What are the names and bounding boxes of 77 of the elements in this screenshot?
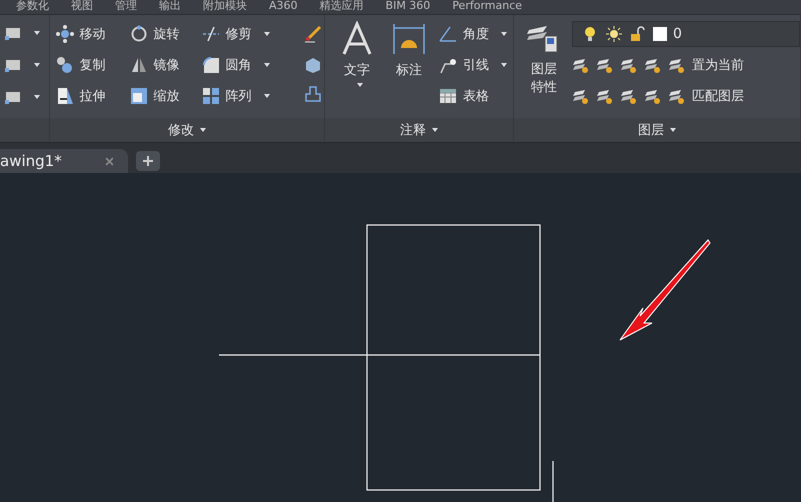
rotate-circle-icon	[130, 25, 148, 43]
tool-button[interactable]: 引线	[439, 52, 508, 78]
tool-button[interactable]: 表格	[439, 83, 508, 109]
caret-icon[interactable]	[357, 83, 364, 87]
layer-stack-icon	[620, 87, 638, 105]
layer-color-swatch	[653, 27, 668, 41]
brush-icon[interactable]	[304, 25, 322, 43]
close-icon[interactable]	[105, 156, 114, 166]
copy-circles-icon	[56, 56, 74, 74]
tool-button[interactable]: 匹配图层	[668, 83, 744, 109]
ribbon-tab[interactable]: 输出	[159, 0, 181, 14]
letter-a-icon	[340, 21, 374, 57]
caret-icon[interactable]	[200, 128, 206, 132]
dimension-icon	[392, 21, 426, 57]
ribbon-tab[interactable]: 附加模块	[203, 0, 247, 14]
stretch-shape-icon	[56, 87, 74, 105]
caret-icon[interactable]	[432, 128, 438, 132]
ribbon-tab[interactable]: 视图	[71, 0, 93, 14]
caret-icon[interactable]	[34, 31, 40, 35]
large-tool-button[interactable]: 文字	[335, 21, 380, 109]
layer-stack-icon	[572, 87, 590, 105]
tool-button[interactable]: 缩放	[130, 83, 202, 109]
layer-stack-icon	[596, 56, 614, 74]
caret-icon[interactable]	[264, 32, 270, 36]
panel-title[interactable]: 图层	[514, 118, 800, 142]
layer-stack-icon	[668, 87, 686, 105]
move-arrows-icon	[56, 25, 74, 43]
table-grid-icon	[439, 87, 458, 105]
ribbon-tab[interactable]: Performance	[452, 0, 522, 14]
panel-title[interactable]: 注释	[325, 118, 514, 142]
tool-button[interactable]: 置为当前	[668, 52, 744, 78]
tool-button[interactable]: 旋转	[130, 21, 202, 47]
layer-dropdown[interactable]: 0	[572, 21, 800, 47]
ribbon-tab[interactable]: BIM 360	[386, 0, 430, 14]
layer-stack-icon	[596, 87, 614, 105]
caret-icon[interactable]	[501, 32, 508, 36]
layer-stack-icon	[572, 56, 590, 74]
cube-icon[interactable]	[304, 55, 322, 73]
ribbon-tab[interactable]: 精选应用	[320, 0, 364, 14]
angle-icon	[439, 25, 458, 43]
tool-button[interactable]: 修剪	[202, 21, 298, 47]
tool-button[interactable]: 阵列	[202, 83, 298, 109]
sun-icon	[605, 25, 624, 43]
layer-name: 0	[673, 26, 682, 42]
array-grid-icon	[202, 87, 220, 105]
layer-stack-icon	[644, 87, 662, 105]
ribbon-tab[interactable]: 管理	[115, 0, 137, 14]
panel-title[interactable]: 修改	[50, 118, 324, 142]
caret-icon[interactable]	[34, 63, 40, 67]
tool-button[interactable]: 移动	[56, 21, 130, 47]
layer-stack-icon	[668, 56, 686, 74]
ribbon-tab[interactable]: A360	[269, 0, 298, 14]
caret-icon[interactable]	[264, 63, 270, 67]
caret-icon[interactable]	[501, 63, 508, 67]
tool-button[interactable]: 镜像	[130, 52, 202, 78]
offset-outline-icon[interactable]	[304, 85, 322, 103]
tool-button[interactable]: 拉伸	[56, 83, 130, 109]
layer-properties-button[interactable]: 图层特性	[522, 21, 566, 109]
caret-icon[interactable]	[34, 95, 40, 99]
document-tab[interactable]: awing1*	[0, 149, 128, 173]
layer-stack-icon	[620, 56, 638, 74]
mirror-triangles-icon	[130, 56, 148, 74]
layer-stack-icon	[644, 56, 662, 74]
vertical-line	[552, 461, 554, 502]
scale-square-icon	[130, 87, 148, 105]
leader-icon	[439, 56, 458, 74]
caret-icon[interactable]	[670, 128, 676, 132]
large-tool-button[interactable]: 标注	[387, 21, 432, 109]
fillet-corner-icon	[202, 56, 220, 74]
tool-button[interactable]: 角度	[439, 21, 508, 47]
trim-line-icon	[202, 25, 220, 43]
caret-icon[interactable]	[264, 94, 270, 98]
new-tab-plus-icon[interactable]	[136, 151, 160, 171]
tool-button[interactable]: 圆角	[202, 52, 298, 78]
ribbon-tab[interactable]: 参数化	[16, 0, 49, 14]
padlock-icon	[629, 25, 648, 43]
tool-button[interactable]: 复制	[56, 52, 130, 78]
